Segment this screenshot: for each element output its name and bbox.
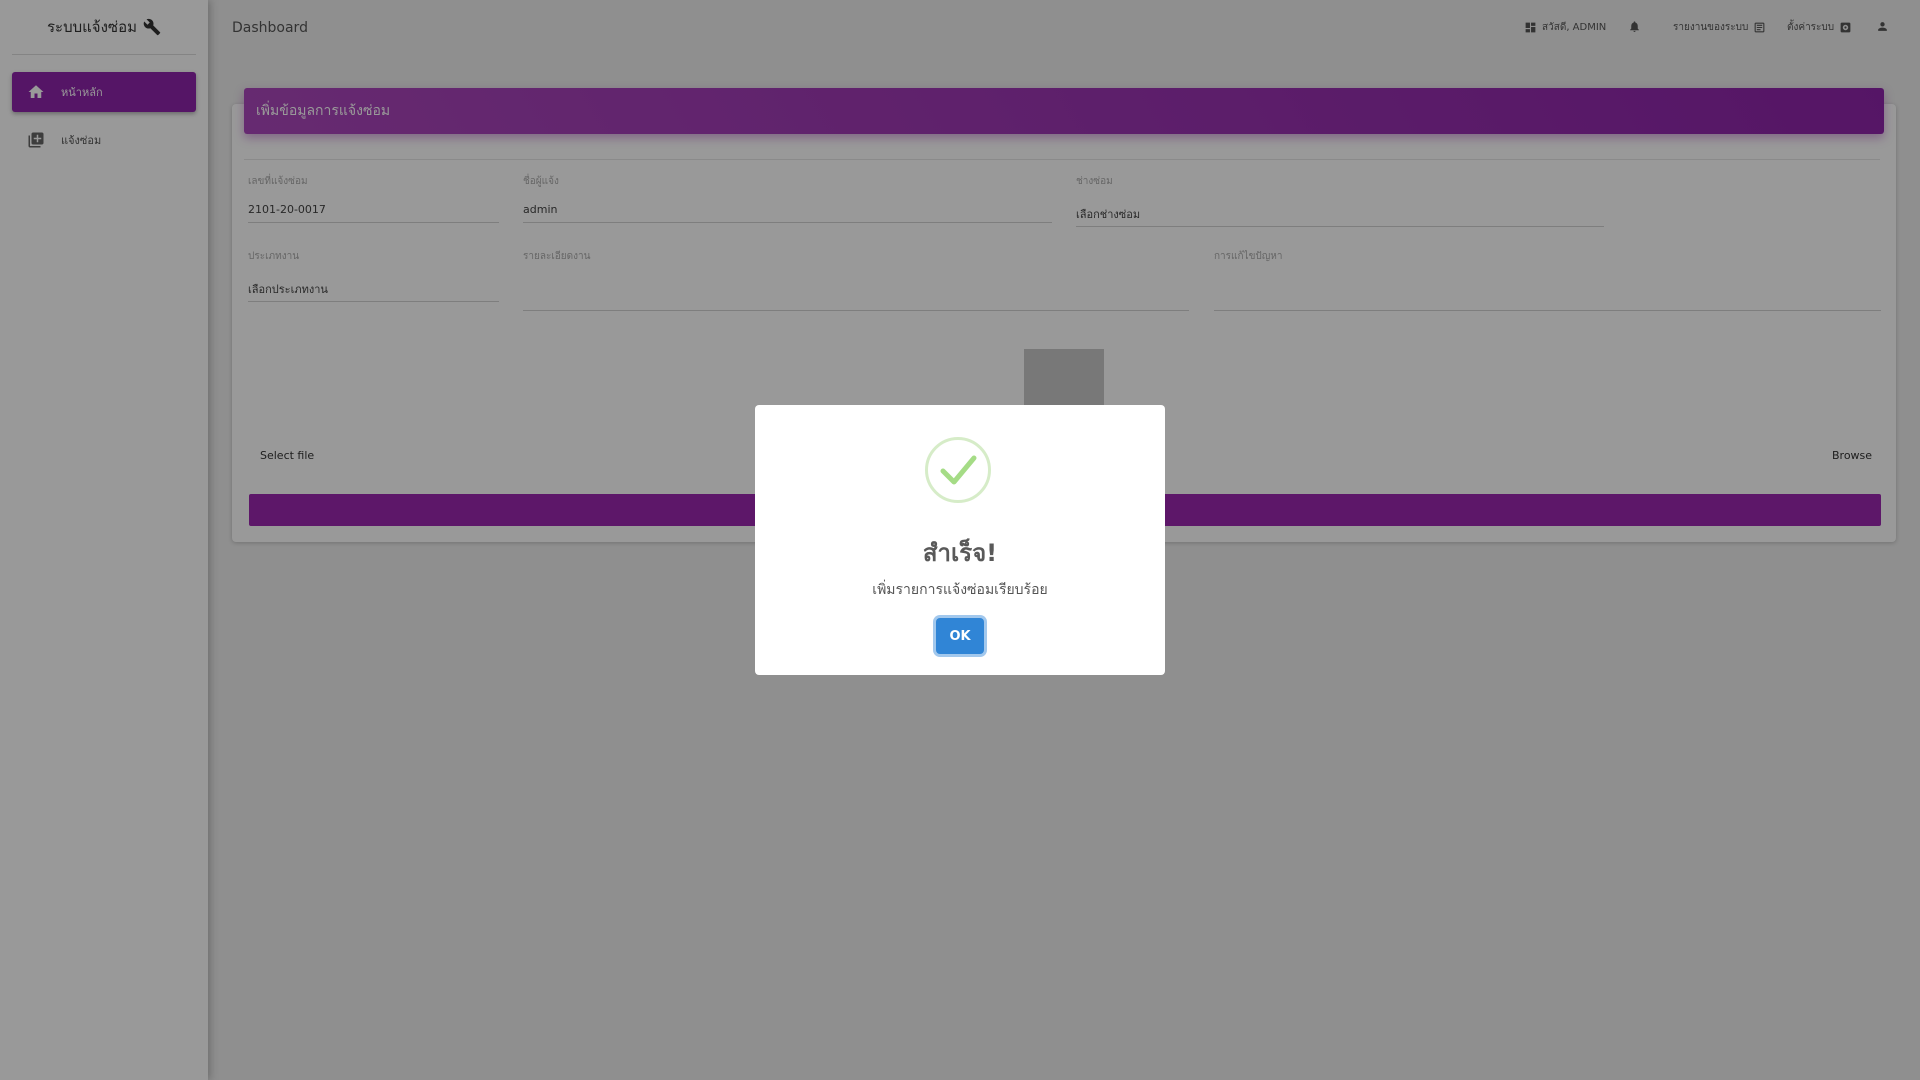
- dialog-title: สำเร็จ!: [922, 539, 998, 567]
- dialog-message: เพิ่มรายการแจ้งซ่อมเรียบร้อย: [872, 582, 1048, 598]
- success-dialog: สำเร็จ! เพิ่มรายการแจ้งซ่อมเรียบร้อย OK: [755, 405, 1165, 675]
- checkmark-icon: [925, 437, 991, 503]
- ok-button[interactable]: OK: [936, 618, 984, 654]
